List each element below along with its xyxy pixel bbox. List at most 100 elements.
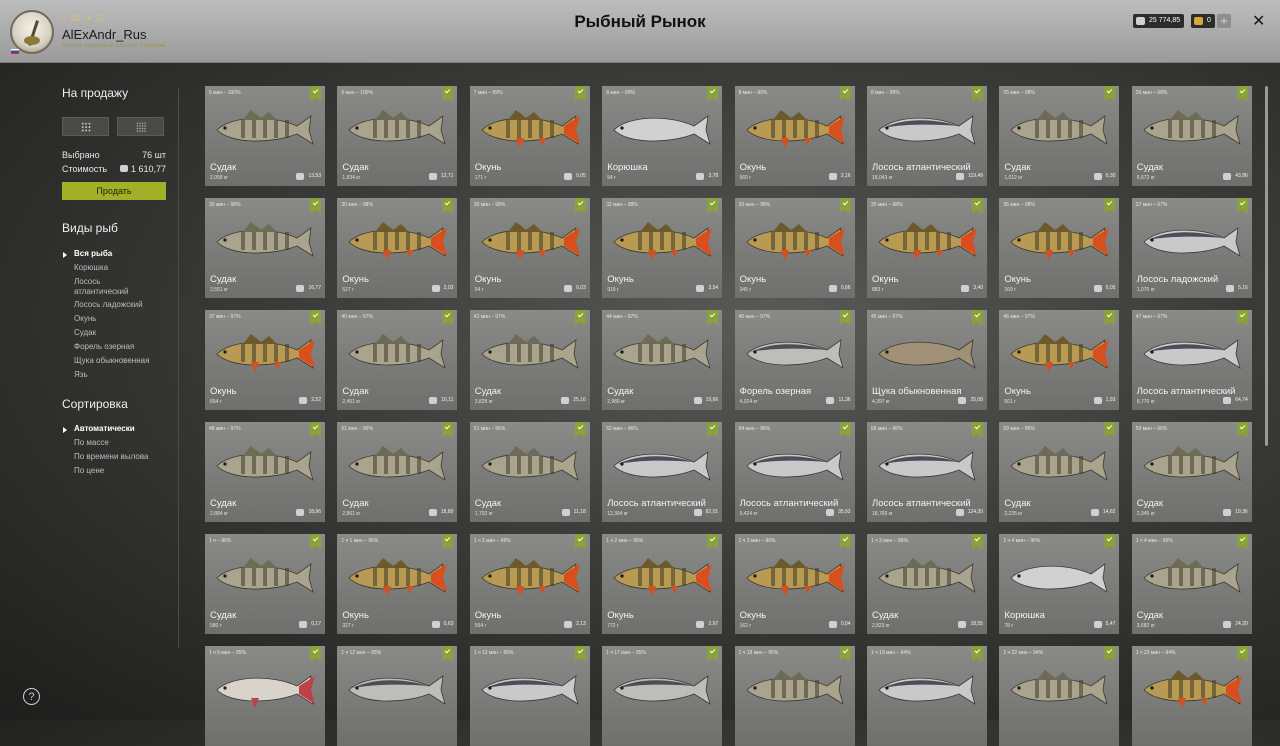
selected-check-icon[interactable]: [1236, 310, 1248, 325]
fish-card[interactable]: 5 мин – 100% Судак 1,934 кг 12,71: [337, 86, 458, 186]
filter-ide[interactable]: Язь: [74, 370, 174, 380]
filter-ladoga-salmon[interactable]: Лосось ладожский: [74, 300, 174, 310]
fish-card[interactable]: 30 мин – 98% Судак 2,551 кг 16,77: [205, 198, 325, 298]
fish-card[interactable]: 35 мин – 98% Окунь 883 г 3,40: [867, 198, 987, 298]
fish-card[interactable]: 1 ч 2 мин – 96% Окунь 554 г 2,13: [469, 534, 590, 634]
small-grid-view-button[interactable]: [117, 117, 164, 136]
fish-card[interactable]: 1 ч 12 мин – 95%: [469, 646, 590, 746]
selected-check-icon[interactable]: [707, 534, 719, 549]
selected-check-icon[interactable]: [1236, 198, 1248, 213]
selected-check-icon[interactable]: [839, 310, 851, 325]
fish-card[interactable]: 59 мин – 96% Судак 2,945 кг 19,36: [1131, 422, 1252, 522]
filter-lake-trout[interactable]: Форель озерная: [74, 342, 174, 352]
fish-card[interactable]: 8 мин – 99% Корюшка 54 г 3,78: [602, 86, 723, 186]
fish-card[interactable]: 1 ч 19 мин – 94%: [867, 646, 987, 746]
filter-all-fish[interactable]: Вся рыба: [63, 249, 174, 259]
fish-card[interactable]: 1 ч – 96% Судак 580 г 0,17: [205, 534, 325, 634]
sell-button[interactable]: Продать: [62, 182, 166, 200]
fish-card[interactable]: 1 ч 18 мин – 95%: [734, 646, 855, 746]
selected-check-icon[interactable]: [972, 646, 983, 661]
grid-scrollbar[interactable]: [1265, 86, 1268, 446]
fish-card[interactable]: 5 мин – 100% Судак 2,058 кг 13,53: [205, 86, 325, 186]
selected-check-icon[interactable]: [972, 198, 983, 213]
selected-check-icon[interactable]: [1104, 86, 1116, 101]
selected-check-icon[interactable]: [442, 198, 454, 213]
filter-atlantic-salmon[interactable]: Лосось атлантический: [74, 277, 174, 297]
selected-check-icon[interactable]: [442, 646, 454, 661]
fish-card[interactable]: 37 мин – 97% Лосось ладожский 1,075 кг 5,16: [1131, 198, 1252, 298]
help-button[interactable]: ?: [23, 688, 40, 705]
fish-card[interactable]: 44 мин – 97% Судак 2,989 кг 19,66: [602, 310, 723, 410]
selected-check-icon[interactable]: [1236, 422, 1248, 437]
selected-check-icon[interactable]: [1104, 534, 1116, 549]
selected-check-icon[interactable]: [442, 86, 454, 101]
selected-check-icon[interactable]: [707, 86, 719, 101]
sort-by-weight[interactable]: По массе: [74, 438, 174, 448]
fish-card[interactable]: 1 ч 9 мин – 95%: [205, 646, 325, 746]
selected-check-icon[interactable]: [1104, 198, 1116, 213]
selected-check-icon[interactable]: [1104, 310, 1116, 325]
selected-check-icon[interactable]: [442, 422, 454, 437]
fish-card[interactable]: 1 ч 1 мин – 96% Окунь 327 г 0,63: [337, 534, 458, 634]
selected-check-icon[interactable]: [310, 198, 321, 213]
sort-auto[interactable]: Автоматически: [63, 424, 174, 434]
fish-card[interactable]: 59 мин – 96% Судак 2,225 кг 14,62: [999, 422, 1120, 522]
selected-check-icon[interactable]: [442, 534, 454, 549]
fish-card[interactable]: 30 мин – 98% Окунь 527 г 2,03: [337, 198, 458, 298]
selected-check-icon[interactable]: [574, 534, 586, 549]
fish-card[interactable]: 8 мин – 99% Окунь 560 г 2,16: [734, 86, 855, 186]
fish-card[interactable]: 48 мин – 97% Судак 2,884 кг 18,96: [205, 422, 325, 522]
fish-card[interactable]: 1 ч 17 мин – 95%: [602, 646, 723, 746]
fish-card[interactable]: 46 мин – 97% Окунь 501 г 1,93: [999, 310, 1120, 410]
selected-check-icon[interactable]: [1104, 646, 1116, 661]
selected-check-icon[interactable]: [707, 422, 719, 437]
fish-card[interactable]: 47 мин – 97% Лосось атлантический 9,776 кг…: [1131, 310, 1252, 410]
filter-zander[interactable]: Судак: [74, 328, 174, 338]
fish-card[interactable]: 45 мин – 97% Щука обыкновенная 4,397 кг 25,…: [867, 310, 987, 410]
fish-card[interactable]: 51 мин – 96% Судак 1,702 кг 11,18: [469, 422, 590, 522]
close-icon[interactable]: ✕: [1252, 11, 1265, 31]
add-gold-button[interactable]: +: [1217, 14, 1231, 28]
fish-card[interactable]: 30 мин – 98% Окунь 54 г 0,03: [469, 198, 590, 298]
fish-card[interactable]: 1 ч 3 мин – 96% Судак 2,823 кг 18,55: [867, 534, 987, 634]
selected-check-icon[interactable]: [310, 646, 321, 661]
fish-card[interactable]: 1 ч 2 мин – 96% Окунь 772 г 2,97: [602, 534, 723, 634]
selected-check-icon[interactable]: [839, 198, 851, 213]
selected-check-icon[interactable]: [972, 86, 983, 101]
fish-card[interactable]: 1 ч 12 мин – 95%: [337, 646, 458, 746]
fish-card[interactable]: 37 мин – 97% Окунь 654 г 2,52: [205, 310, 325, 410]
selected-check-icon[interactable]: [707, 310, 719, 325]
selected-check-icon[interactable]: [972, 422, 983, 437]
fish-card[interactable]: 25 мин – 98% Судак 1,012 кг 0,30: [999, 86, 1120, 186]
fish-card[interactable]: 1 ч 4 мин – 96% Судак 3,682 кг 24,20: [1131, 534, 1252, 634]
large-grid-view-button[interactable]: [62, 117, 109, 136]
fish-card[interactable]: 56 мин – 96% Лосось атлантический 18,769 к…: [867, 422, 987, 522]
selected-check-icon[interactable]: [310, 422, 321, 437]
sort-by-catch-time[interactable]: По времени вылова: [74, 452, 174, 462]
fish-card[interactable]: 7 мин – 99% Окунь 171 г 0,05: [469, 86, 590, 186]
selected-check-icon[interactable]: [972, 310, 983, 325]
selected-check-icon[interactable]: [574, 646, 586, 661]
selected-check-icon[interactable]: [574, 422, 586, 437]
selected-check-icon[interactable]: [839, 422, 851, 437]
fish-card[interactable]: 52 мин – 96% Лосось атлантический 12,394 к…: [602, 422, 723, 522]
selected-check-icon[interactable]: [1104, 422, 1116, 437]
fish-card[interactable]: 33 мин – 98% Окунь 345 г 0,66: [734, 198, 855, 298]
selected-check-icon[interactable]: [310, 534, 321, 549]
selected-check-icon[interactable]: [442, 310, 454, 325]
fish-card[interactable]: 45 мин – 97% Форель озерная 4,024 кг 11,36: [734, 310, 855, 410]
selected-check-icon[interactable]: [839, 646, 851, 661]
fish-card[interactable]: 26 мин – 98% Судак 6,672 кг 43,86: [1131, 86, 1252, 186]
fish-card[interactable]: 32 мин – 98% Окунь 919 г 3,54: [602, 198, 723, 298]
selected-check-icon[interactable]: [574, 198, 586, 213]
selected-check-icon[interactable]: [707, 646, 719, 661]
fish-card[interactable]: 1 ч 22 мин – 94%: [999, 646, 1120, 746]
selected-check-icon[interactable]: [707, 198, 719, 213]
selected-check-icon[interactable]: [972, 534, 983, 549]
selected-check-icon[interactable]: [310, 86, 321, 101]
fish-card[interactable]: 1 ч 3 мин – 96% Окунь 162 г 0,04: [734, 534, 855, 634]
fish-card[interactable]: 8 мин – 99% Лосось атлантический 18,043 кг…: [867, 86, 987, 186]
fish-card[interactable]: 35 мин – 98% Окунь 169 г 0,05: [999, 198, 1120, 298]
selected-check-icon[interactable]: [574, 310, 586, 325]
filter-pike[interactable]: Щука обыкновенная: [74, 356, 174, 366]
